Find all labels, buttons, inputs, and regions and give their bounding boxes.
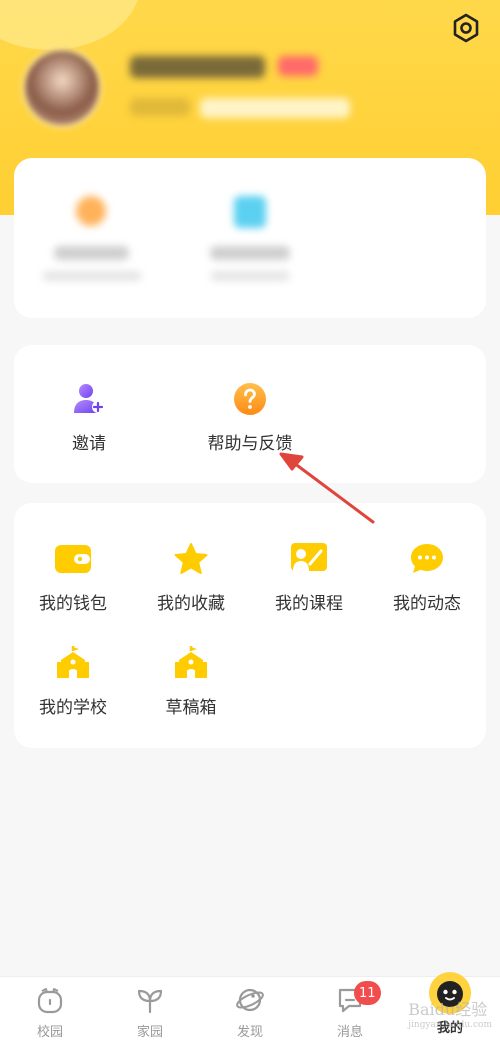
tab-home-label: 家园: [136, 1025, 163, 1040]
user-tag-blurred: [200, 98, 350, 118]
tab-messages-label: 消息: [336, 1025, 363, 1040]
menu-card: 我的钱包 我的收藏 我的课程 我的动态 我的学校 草稿箱: [14, 503, 486, 748]
header-decoration: [0, 0, 140, 50]
school-label: 我的学校: [39, 698, 107, 718]
settings-button[interactable]: [450, 12, 482, 44]
help-question-icon: [230, 379, 270, 419]
avatar[interactable]: [22, 48, 102, 128]
favorites-label: 我的收藏: [157, 594, 225, 614]
watermark-text: Baidu经验: [408, 1000, 488, 1019]
stat-icon-1-blurred: [76, 196, 106, 226]
hexagon-settings-icon: [453, 13, 479, 43]
wallet-button[interactable]: 我的钱包: [14, 539, 132, 614]
stat-sub-2-blurred: [210, 271, 290, 281]
moments-button[interactable]: 我的动态: [368, 539, 486, 614]
course-icon: [289, 539, 329, 579]
drafts-icon: [171, 643, 211, 683]
help-feedback-label: 帮助与反馈: [207, 434, 293, 454]
star-icon: [171, 539, 211, 579]
user-info-blurred: [130, 98, 190, 116]
chat-bubble-icon: [407, 539, 447, 579]
tab-discover[interactable]: 发现: [200, 985, 300, 1040]
drafts-button[interactable]: 草稿箱: [132, 643, 250, 718]
stat-label-1-blurred: [54, 246, 129, 260]
vip-badge-blurred: [278, 56, 318, 76]
courses-button[interactable]: 我的课程: [250, 539, 368, 614]
message-count-badge: 11: [354, 981, 381, 1005]
stats-card: [14, 158, 486, 318]
wallet-label: 我的钱包: [39, 594, 107, 614]
username-blurred: [130, 56, 265, 78]
stat-icon-2-blurred: [234, 196, 266, 228]
sprout-icon: [135, 985, 165, 1015]
moments-label: 我的动态: [393, 594, 461, 614]
invite-user-icon: [69, 379, 109, 419]
campus-icon: [35, 985, 65, 1015]
stat-sub-1-blurred: [42, 271, 142, 281]
favorites-button[interactable]: 我的收藏: [132, 539, 250, 614]
tab-home[interactable]: 家园: [100, 985, 200, 1040]
school-button[interactable]: 我的学校: [14, 643, 132, 718]
help-feedback-button[interactable]: 帮助与反馈: [191, 379, 309, 454]
wallet-icon: [53, 539, 93, 579]
invite-button[interactable]: 邀请: [30, 379, 148, 454]
invite-label: 邀请: [72, 434, 106, 454]
service-card: 邀请 帮助与反馈: [14, 345, 486, 483]
tab-messages[interactable]: 11 消息: [300, 981, 400, 1040]
tab-campus-label: 校园: [36, 1025, 63, 1040]
tab-discover-label: 发现: [236, 1025, 263, 1040]
watermark: Baidu经验 jingyan.baidu.com: [408, 996, 492, 1030]
watermark-subtext: jingyan.baidu.com: [408, 1020, 492, 1030]
stat-label-2-blurred: [210, 246, 290, 260]
tab-campus[interactable]: 校园: [0, 985, 100, 1040]
drafts-label: 草稿箱: [165, 698, 217, 718]
school-icon: [53, 643, 93, 683]
planet-icon: [235, 985, 265, 1015]
courses-label: 我的课程: [275, 594, 343, 614]
